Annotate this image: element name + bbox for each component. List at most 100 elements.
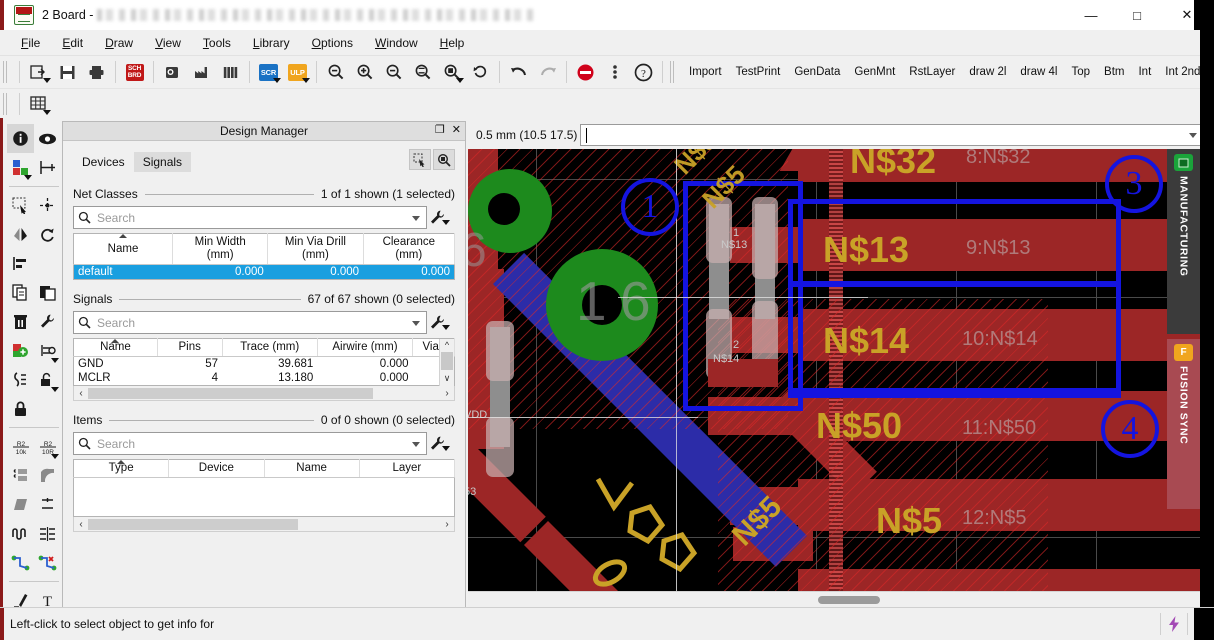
signals-settings-button[interactable] [427,311,455,334]
scroll-thumb[interactable] [88,387,373,399]
scroll-up-arrow[interactable]: ^ [440,339,454,352]
scroll-thumb[interactable] [441,352,453,370]
delete-tool[interactable] [7,307,34,336]
table-row[interactable]: default 0.000 0.000 0.000 [73,264,455,280]
signals-horizontal-scrollbar[interactable]: ‹ › [73,386,455,401]
column-header-device[interactable]: Device [168,459,265,478]
net-classes-settings-button[interactable] [427,206,455,229]
tab-signals[interactable]: Signals [133,152,192,172]
signals-search-input[interactable]: Search [73,311,427,334]
info-tool[interactable] [7,124,34,153]
ulp-button-rstlayer[interactable]: RstLayer [902,63,962,81]
ulp-button-int[interactable]: Int [1131,63,1158,81]
add-part-tool[interactable] [7,336,34,365]
zoom-region-icon[interactable] [437,59,466,85]
column-header-name[interactable]: Name [264,459,360,478]
column-header-min-via-drill[interactable]: Min Via Drill (mm) [267,233,364,265]
signals-vertical-scrollbar[interactable]: ^ ∨ [439,339,454,392]
tab-devices[interactable]: Devices [73,152,134,172]
table-row[interactable]: MCLR 4 13.180 0.000 [74,371,455,386]
route-tool[interactable] [34,519,61,548]
menu-item-tools[interactable]: Tools [192,34,242,52]
lock-tool[interactable] [7,394,34,423]
rotate-tool[interactable] [34,220,61,249]
column-header-airwire-mm-[interactable]: Airwire (mm) [317,338,414,357]
zoom-select-icon[interactable] [408,59,437,85]
zoom-in-icon[interactable] [350,59,379,85]
net-classes-search-input[interactable]: Search [73,206,427,229]
dock-tab-manufacturing[interactable]: MANUFACTURING [1167,149,1200,334]
lock-move-tool[interactable] [34,365,61,394]
column-header-pins[interactable]: Pins [157,338,223,357]
ulp-button-gendata[interactable]: GenData [787,63,847,81]
scroll-right-arrow[interactable]: › [440,388,454,399]
help-icon[interactable]: ? [629,59,658,85]
name-tool[interactable]: R2 10k [7,432,34,461]
chevron-down-icon[interactable] [412,442,420,447]
panel-restore-icon[interactable]: ❐ [435,123,445,136]
miter-tool[interactable] [34,461,61,490]
canvas-horizontal-scrollbar[interactable] [468,591,1200,607]
ulp-button-testprint[interactable]: TestPrint [729,63,788,81]
panel-close-icon[interactable]: ✕ [452,123,461,136]
save-icon[interactable] [53,59,82,85]
maximize-button[interactable]: □ [1114,0,1160,30]
menu-item-window[interactable]: Window [364,34,429,52]
more-options-icon[interactable] [600,59,629,85]
column-header-name[interactable]: Name [73,338,158,357]
smash-tool[interactable] [7,461,34,490]
column-header-layer[interactable]: Layer [359,459,456,478]
menu-item-help[interactable]: Help [429,34,476,52]
scroll-left-arrow[interactable]: ‹ [74,519,88,530]
toolbar-grip[interactable] [670,61,679,83]
ripup-tool[interactable] [7,365,34,394]
items-search-input[interactable]: Search [73,432,427,455]
pcb-canvas[interactable]: N$8 N$5 N$5 N$32 N$13 N$14 N$50 N$5 8:N$… [468,149,1200,591]
undo-icon[interactable] [504,59,533,85]
signals-table[interactable]: Name Pins Trace (mm) Airwire (mm) Vias GND 57 3… [73,338,455,386]
split-tool[interactable] [7,490,34,519]
move-tool[interactable] [34,191,61,220]
toolbar-grip[interactable] [3,92,12,115]
open-board-icon[interactable] [24,59,53,85]
print-icon[interactable] [82,59,111,85]
column-header-type[interactable]: Type [73,459,170,478]
column-header-name[interactable]: Name [73,233,174,265]
show-tool[interactable] [34,124,61,153]
redraw-icon[interactable] [466,59,495,85]
scroll-thumb[interactable] [88,518,298,530]
command-line-input[interactable] [580,124,1202,146]
menu-item-edit[interactable]: Edit [51,34,94,52]
redo-icon[interactable] [533,59,562,85]
menu-item-draw[interactable]: Draw [94,34,144,52]
table-row[interactable]: GND5739.6810.0001 [74,357,455,372]
menu-item-file[interactable]: File [10,34,51,52]
optimize-tool[interactable] [34,490,61,519]
replace-tool[interactable] [34,336,61,365]
copy-tool[interactable] [7,278,34,307]
meander-tool[interactable] [7,519,34,548]
net-classes-table[interactable]: Name Min Width (mm) Min Via Drill (mm) Cleara… [73,233,456,280]
display-layers-tool[interactable] [7,153,34,182]
ulp-button-top[interactable]: Top [1064,63,1097,81]
items-settings-button[interactable] [427,432,455,455]
scroll-left-arrow[interactable]: ‹ [74,388,88,399]
ulp-button-draw-2l[interactable]: draw 2l [962,63,1013,81]
items-horizontal-scrollbar[interactable]: ‹ › [73,517,455,532]
ulp-button-genmnt[interactable]: GenMnt [847,63,902,81]
value-tool[interactable]: R2 10R [34,432,61,461]
mark-tool[interactable] [34,153,61,182]
chevron-down-icon[interactable] [412,216,420,221]
zoom-out-icon[interactable] [321,59,350,85]
route-airwire-tool[interactable] [7,548,34,577]
column-header-clearance[interactable]: Clearance (mm) [363,233,456,265]
manufacturing-icon[interactable] [187,59,216,85]
zoom-to-selection-button[interactable] [433,149,455,170]
ripup-airwire-tool[interactable] [34,548,61,577]
power-icon[interactable] [1161,608,1187,640]
script-icon[interactable]: SCR [254,59,283,85]
minimize-button[interactable]: — [1068,0,1114,30]
ulp-button-btm[interactable]: Btm [1097,63,1131,81]
scroll-right-arrow[interactable]: › [440,519,454,530]
scroll-thumb[interactable] [818,596,880,604]
